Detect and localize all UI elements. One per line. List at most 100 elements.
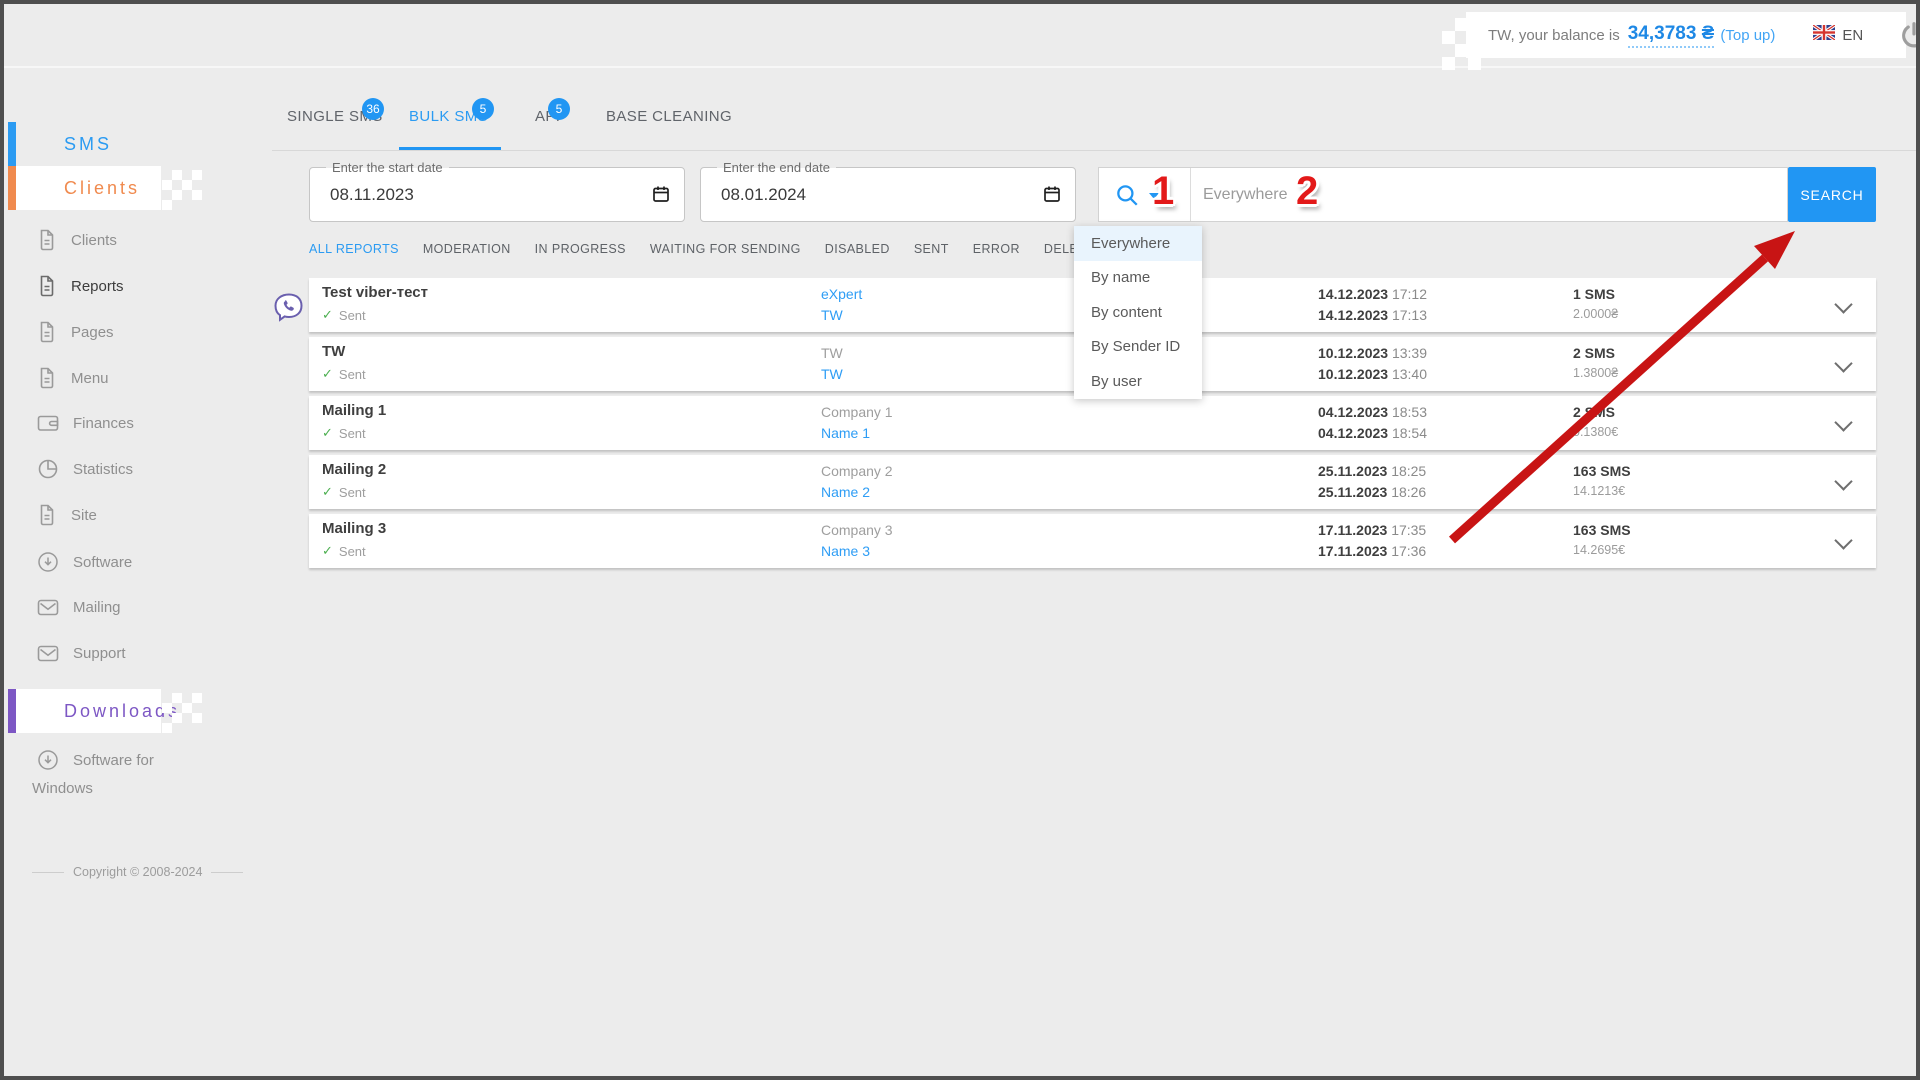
status-tab-moderation[interactable]: MODERATION xyxy=(423,242,511,256)
calendar-icon[interactable] xyxy=(1042,184,1062,209)
chevron-down-icon[interactable] xyxy=(1834,472,1852,490)
section-label-sms: SMS xyxy=(64,134,112,155)
sidebar-item-label: Support xyxy=(73,645,126,662)
chevron-down-icon[interactable] xyxy=(1834,295,1852,313)
report-amount: 2.0000₴ xyxy=(1573,307,1618,321)
app-window: TW, your balance is 34,3783 ₴ (Top up) E… xyxy=(0,0,1920,1080)
sidebar-item-software-for-windows[interactable]: Software for xyxy=(37,748,154,772)
pixel-decoration xyxy=(1442,31,1455,44)
search-scope-dropdown: Everywhere By name By content By Sender … xyxy=(1074,226,1202,399)
pixel-decoration xyxy=(162,180,172,190)
sidebar-item-software[interactable]: Software xyxy=(37,550,132,574)
report-status-tabs: ALL REPORTS MODERATION IN PROGRESS WAITI… xyxy=(309,242,1181,256)
report-row[interactable]: Mailing 3 ✓Sent Company 3 Name 3 17.11.2… xyxy=(309,514,1876,568)
check-icon: ✓ xyxy=(322,307,333,323)
end-date-value[interactable]: 08.01.2024 xyxy=(721,168,806,221)
document-icon xyxy=(37,321,57,343)
search-scope-placeholder[interactable]: Everywhere xyxy=(1203,168,1287,221)
sidebar-section-sms[interactable]: SMS xyxy=(8,122,112,166)
check-icon: ✓ xyxy=(322,366,333,382)
tab-base-cleaning[interactable]: BASE CLEANING xyxy=(606,108,732,125)
report-sender-link[interactable]: Name 3 xyxy=(821,543,870,559)
end-date-field[interactable]: Enter the end date 08.01.2024 xyxy=(700,167,1076,222)
sidebar-item-clients[interactable]: Clients xyxy=(37,228,117,252)
start-date-value[interactable]: 08.11.2023 xyxy=(330,168,414,221)
sidebar-item-finances[interactable]: Finances xyxy=(37,411,134,435)
sidebar-item-mailing[interactable]: Mailing xyxy=(37,595,121,619)
wallet-icon xyxy=(37,414,59,432)
sidebar-item-label: Software xyxy=(73,554,132,571)
report-company-link[interactable]: eXpert xyxy=(821,286,862,302)
report-sender-link[interactable]: TW xyxy=(821,366,843,382)
calendar-icon[interactable] xyxy=(651,184,671,209)
check-icon: ✓ xyxy=(322,484,333,500)
dropdown-item-everywhere[interactable]: Everywhere xyxy=(1074,226,1202,261)
download-icon xyxy=(37,551,59,573)
search-field[interactable]: Everywhere xyxy=(1098,167,1788,222)
sidebar-section-clients[interactable]: Clients xyxy=(8,166,161,210)
search-button[interactable]: SEARCH xyxy=(1788,167,1876,222)
top-bar: TW, your balance is 34,3783 ₴ (Top up) E… xyxy=(4,4,1916,68)
search-scope-icon[interactable] xyxy=(1114,182,1140,213)
status-tab-disabled[interactable]: DISABLED xyxy=(825,242,890,256)
section-accent-bar xyxy=(8,689,16,733)
sidebar-item-menu[interactable]: Menu xyxy=(37,366,109,390)
dropdown-item-by-name[interactable]: By name xyxy=(1074,261,1202,296)
download-icon xyxy=(37,749,59,771)
status-tab-in-progress[interactable]: IN PROGRESS xyxy=(535,242,626,256)
topup-link[interactable]: (Top up) xyxy=(1720,27,1775,44)
tab-single-sms-badge: 36 xyxy=(362,98,384,120)
document-icon xyxy=(37,367,57,389)
sidebar-item-site[interactable]: Site xyxy=(37,503,97,527)
status-tab-waiting[interactable]: WAITING FOR SENDING xyxy=(650,242,801,256)
report-title: Mailing 2 xyxy=(322,461,386,478)
section-accent-bar xyxy=(8,166,16,210)
report-status: ✓Sent xyxy=(322,484,366,500)
logout-power-icon[interactable] xyxy=(1899,20,1920,50)
report-row[interactable]: Mailing 2 ✓Sent Company 2 Name 2 25.11.2… xyxy=(309,455,1876,509)
language-selector[interactable]: EN xyxy=(1813,25,1863,45)
chevron-down-icon[interactable] xyxy=(1834,354,1852,372)
chevron-down-icon[interactable] xyxy=(1834,531,1852,549)
report-date-end: 04.12.2023 18:54 xyxy=(1318,425,1427,441)
annotation-step-1: 1 xyxy=(1152,171,1174,211)
dropdown-item-by-sender-id[interactable]: By Sender ID xyxy=(1074,330,1202,365)
report-amount: 1.3800₴ xyxy=(1573,366,1618,380)
sidebar-item-label: Clients xyxy=(71,232,117,249)
copyright-text: Copyright © 2008-2024 xyxy=(73,865,202,879)
sidebar-item-label-line2[interactable]: Windows xyxy=(32,780,93,797)
status-tab-sent[interactable]: SENT xyxy=(914,242,949,256)
report-sender-link[interactable]: Name 2 xyxy=(821,484,870,500)
sidebar-item-pages[interactable]: Pages xyxy=(37,320,114,344)
chevron-down-icon[interactable] xyxy=(1834,413,1852,431)
report-date-end: 17.11.2023 17:36 xyxy=(1318,543,1426,559)
report-row[interactable]: Mailing 1 ✓Sent Company 1 Name 1 04.12.2… xyxy=(309,396,1876,450)
sidebar-item-statistics[interactable]: Statistics xyxy=(37,457,133,481)
field-divider xyxy=(1190,168,1191,221)
language-label: EN xyxy=(1842,27,1863,44)
sidebar-item-label: Menu xyxy=(71,370,109,387)
report-sender-link[interactable]: Name 1 xyxy=(821,425,870,441)
sidebar-item-label: Software for xyxy=(73,752,154,769)
report-sms-count: 163 SMS xyxy=(1573,463,1631,479)
sidebar-item-support[interactable]: Support xyxy=(37,641,126,665)
status-text: Sent xyxy=(339,308,366,323)
envelope-icon xyxy=(37,599,59,616)
start-date-field[interactable]: Enter the start date 08.11.2023 xyxy=(309,167,685,222)
sidebar-section-downloads[interactable]: Downloads xyxy=(8,689,161,733)
sidebar-item-label: Finances xyxy=(73,415,134,432)
report-title: Test viber-тест xyxy=(322,284,428,301)
balance-amount[interactable]: 34,3783 ₴ xyxy=(1628,23,1715,48)
report-title: TW xyxy=(322,343,345,360)
document-icon xyxy=(37,229,57,251)
report-sender-link[interactable]: TW xyxy=(821,307,843,323)
check-icon: ✓ xyxy=(322,425,333,441)
dropdown-item-by-user[interactable]: By user xyxy=(1074,364,1202,399)
dropdown-item-by-content[interactable]: By content xyxy=(1074,295,1202,330)
tab-api-badge: 5 xyxy=(548,98,570,120)
annotation-step-2: 2 xyxy=(1296,171,1318,211)
sidebar-item-reports[interactable]: Reports xyxy=(37,274,124,298)
status-tab-all-reports[interactable]: ALL REPORTS xyxy=(309,242,399,256)
section-accent-bar xyxy=(8,122,16,166)
status-tab-error[interactable]: ERROR xyxy=(973,242,1020,256)
